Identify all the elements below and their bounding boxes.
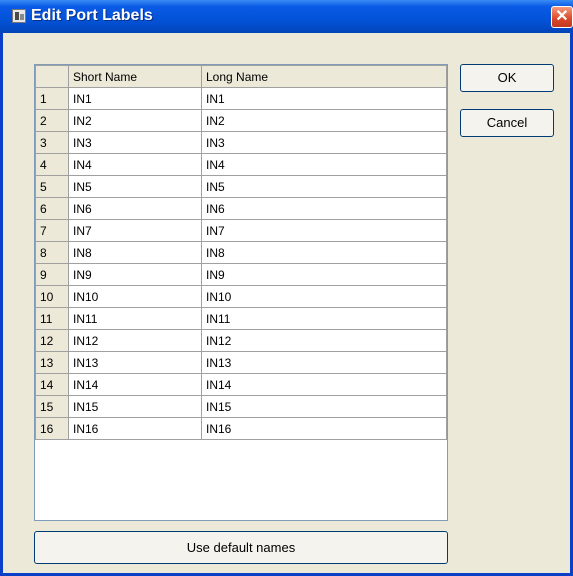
close-button[interactable]: ✕: [551, 6, 573, 28]
row-number: 16: [35, 417, 69, 440]
long-name-cell[interactable]: IN3: [201, 131, 447, 154]
short-name-cell[interactable]: IN3: [68, 131, 202, 154]
row-number: 6: [35, 197, 69, 220]
short-name-header[interactable]: Short Name: [68, 65, 202, 88]
long-name-cell[interactable]: IN10: [201, 285, 447, 308]
row-number: 7: [35, 219, 69, 242]
title-bar[interactable]: Edit Port Labels ✕: [0, 0, 573, 33]
long-name-cell[interactable]: IN1: [201, 87, 447, 110]
row-number: 9: [35, 263, 69, 286]
edit-port-labels-dialog: Edit Port Labels ✕ Short Name Long Name …: [0, 0, 573, 576]
short-name-cell[interactable]: IN9: [68, 263, 202, 286]
table-row[interactable]: 5 IN5 IN5: [35, 175, 447, 198]
short-name-cell[interactable]: IN16: [68, 417, 202, 440]
short-name-cell[interactable]: IN1: [68, 87, 202, 110]
ok-label: OK: [497, 70, 517, 85]
table-row[interactable]: 3 IN3 IN3: [35, 131, 447, 154]
row-number: 2: [35, 109, 69, 132]
short-name-cell[interactable]: IN4: [68, 153, 202, 176]
table-row[interactable]: 7 IN7 IN7: [35, 219, 447, 242]
cancel-button[interactable]: Cancel: [460, 109, 554, 137]
short-name-cell[interactable]: IN6: [68, 197, 202, 220]
short-name-cell[interactable]: IN13: [68, 351, 202, 374]
table-row[interactable]: 11 IN11 IN11: [35, 307, 447, 330]
port-labels-grid: Short Name Long Name 1 IN1 IN1 2 IN2 IN2 3 IN3 I…: [34, 64, 448, 521]
long-name-cell[interactable]: IN4: [201, 153, 447, 176]
table-row[interactable]: 12 IN12 IN12: [35, 329, 447, 352]
grid-corner: [35, 65, 69, 88]
close-icon: ✕: [555, 8, 569, 25]
row-number: 15: [35, 395, 69, 418]
long-name-cell[interactable]: IN9: [201, 263, 447, 286]
short-name-cell[interactable]: IN8: [68, 241, 202, 264]
short-name-cell[interactable]: IN2: [68, 109, 202, 132]
row-number: 13: [35, 351, 69, 374]
table-row[interactable]: 14 IN14 IN14: [35, 373, 447, 396]
row-number: 4: [35, 153, 69, 176]
row-number: 10: [35, 285, 69, 308]
table-row[interactable]: 9 IN9 IN9: [35, 263, 447, 286]
app-icon: [12, 9, 26, 23]
table-row[interactable]: 13 IN13 IN13: [35, 351, 447, 374]
long-name-cell[interactable]: IN13: [201, 351, 447, 374]
cancel-label: Cancel: [486, 115, 528, 130]
short-name-cell[interactable]: IN14: [68, 373, 202, 396]
use-default-names-label: Use default names: [186, 540, 296, 555]
long-name-cell[interactable]: IN8: [201, 241, 447, 264]
table-row[interactable]: 1 IN1 IN1: [35, 87, 447, 110]
long-name-cell[interactable]: IN14: [201, 373, 447, 396]
row-number: 11: [35, 307, 69, 330]
short-name-cell[interactable]: IN7: [68, 219, 202, 242]
short-name-cell[interactable]: IN5: [68, 175, 202, 198]
short-name-cell[interactable]: IN11: [68, 307, 202, 330]
long-name-cell[interactable]: IN11: [201, 307, 447, 330]
short-name-cell[interactable]: IN10: [68, 285, 202, 308]
long-name-header[interactable]: Long Name: [201, 65, 447, 88]
table-row[interactable]: 4 IN4 IN4: [35, 153, 447, 176]
table-row[interactable]: 6 IN6 IN6: [35, 197, 447, 220]
row-number: 5: [35, 175, 69, 198]
long-name-cell[interactable]: IN5: [201, 175, 447, 198]
long-name-cell[interactable]: IN15: [201, 395, 447, 418]
short-name-cell[interactable]: IN12: [68, 329, 202, 352]
long-name-cell[interactable]: IN16: [201, 417, 447, 440]
row-number: 8: [35, 241, 69, 264]
table-row[interactable]: 10 IN10 IN10: [35, 285, 447, 308]
window-title: Edit Port Labels: [31, 7, 153, 24]
table-row[interactable]: 8 IN8 IN8: [35, 241, 447, 264]
long-name-cell[interactable]: IN12: [201, 329, 447, 352]
short-name-cell[interactable]: IN15: [68, 395, 202, 418]
use-default-names-button[interactable]: Use default names: [34, 531, 448, 564]
long-name-cell[interactable]: IN7: [201, 219, 447, 242]
table-row[interactable]: 16 IN16 IN16: [35, 417, 447, 440]
row-number: 1: [35, 87, 69, 110]
row-number: 14: [35, 373, 69, 396]
row-number: 12: [35, 329, 69, 352]
ok-button[interactable]: OK: [460, 64, 554, 92]
table-row[interactable]: 2 IN2 IN2: [35, 109, 447, 132]
long-name-cell[interactable]: IN2: [201, 109, 447, 132]
row-number: 3: [35, 131, 69, 154]
long-name-cell[interactable]: IN6: [201, 197, 447, 220]
table-row[interactable]: 15 IN15 IN15: [35, 395, 447, 418]
